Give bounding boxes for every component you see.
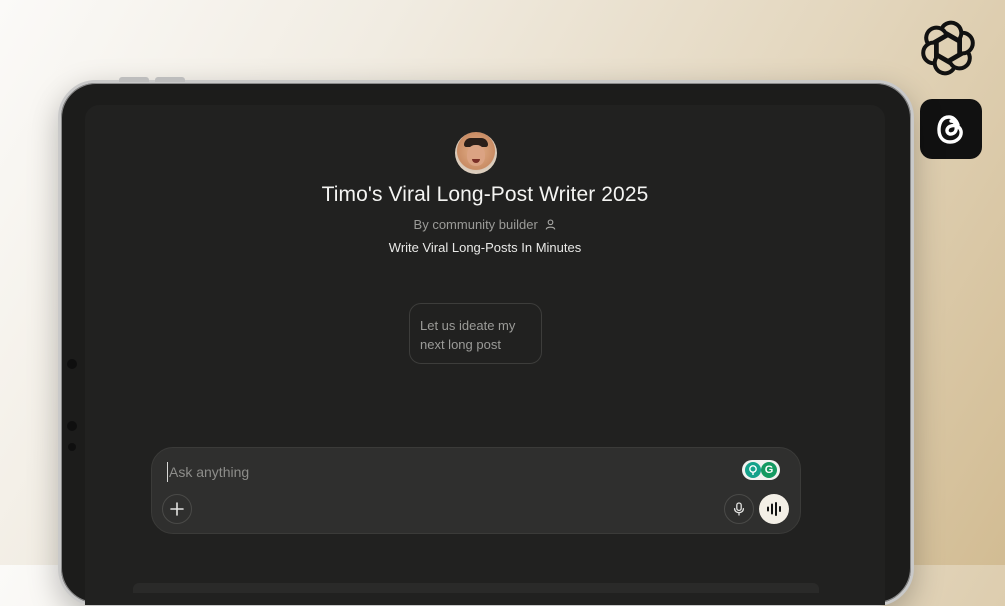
dictate-button[interactable] [724,494,754,524]
attach-button[interactable] [162,494,192,524]
person-icon [545,218,556,233]
tablet-frame: Timo's Viral Long-Post Writer 2025 By co… [58,77,914,606]
volume-button [119,77,149,82]
byline-text: By community builder [413,217,538,232]
sensor-dot [67,421,77,431]
message-input[interactable] [167,462,669,482]
gpt-byline: By community builder [85,217,885,233]
camera-dot [67,359,77,369]
gpt-description: Write Viral Long-Posts In Minutes [388,240,582,255]
grammarly-icon: G [761,462,777,478]
bottom-bar [133,583,819,593]
avatar [455,132,497,174]
plus-icon [170,502,184,516]
gpt-title: Timo's Viral Long-Post Writer 2025 [321,183,649,206]
voice-waveform-icon [767,502,781,516]
power-button [155,77,185,82]
sensor-dot [68,443,76,451]
microphone-icon [733,502,745,516]
openai-logo-icon [918,18,978,78]
chat-screen: Timo's Viral Long-Post Writer 2025 By co… [85,105,885,605]
threads-logo-icon [920,99,982,159]
extension-pill[interactable]: G [742,460,780,480]
voice-mode-button[interactable] [759,494,789,524]
extension-bulb-icon [745,462,761,478]
composer: G [151,447,801,534]
conversation-starter[interactable]: Let us ideate my next long post [409,303,542,364]
